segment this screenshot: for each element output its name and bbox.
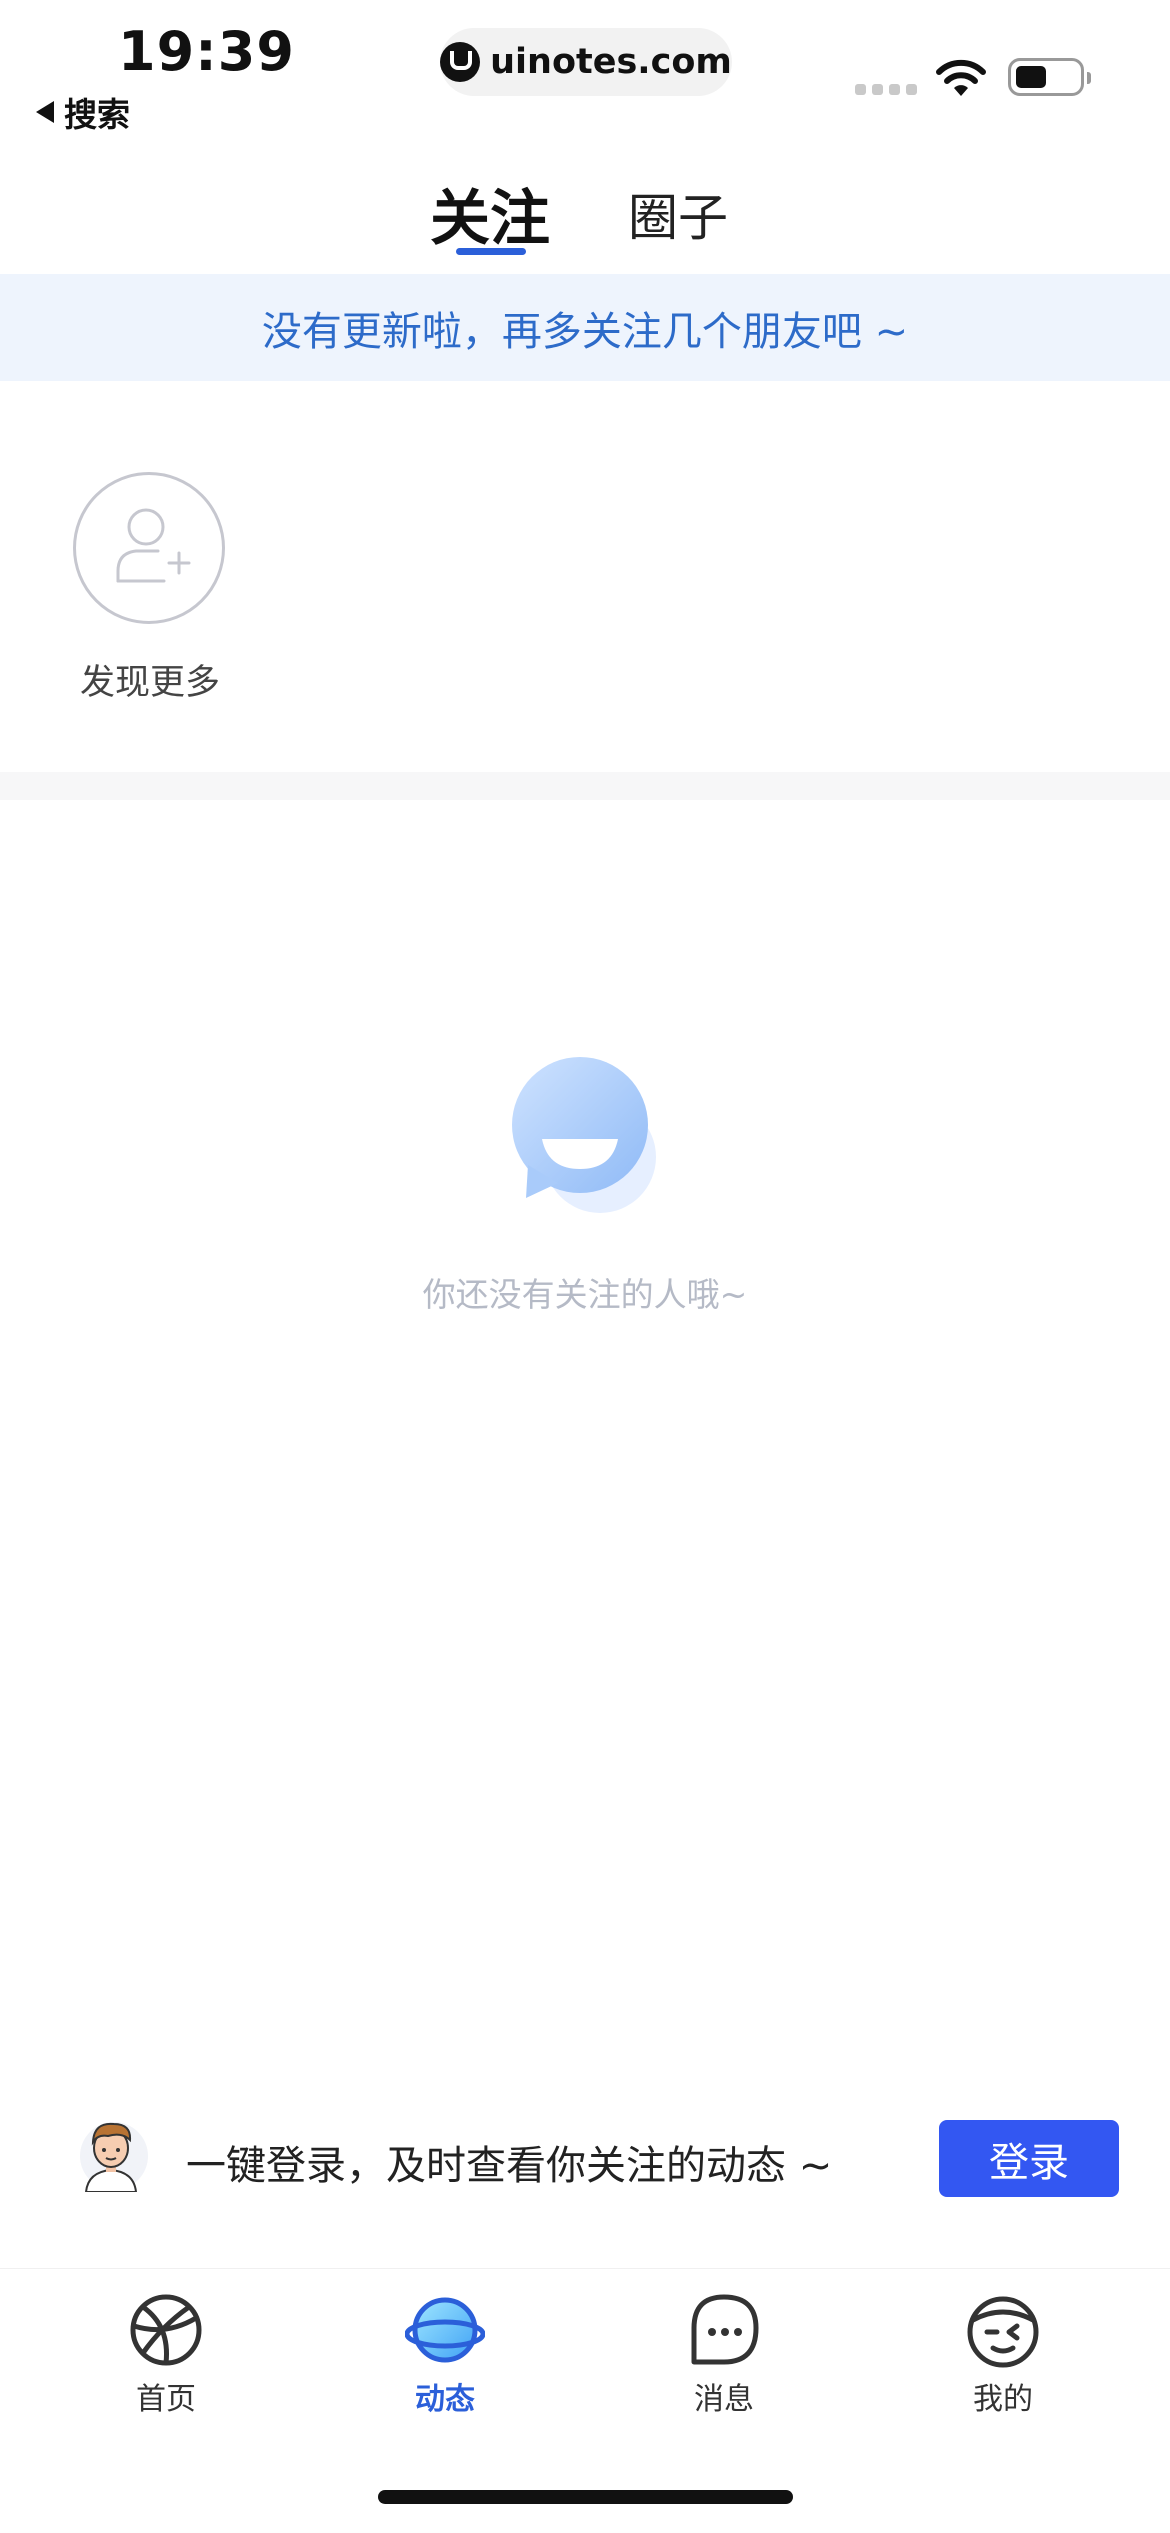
nav-messages-label: 消息 (694, 2382, 754, 2417)
site-logo-icon (440, 42, 481, 82)
nav-profile-label: 我的 (973, 2382, 1033, 2417)
section-divider (0, 772, 1170, 800)
discover-more-button[interactable] (73, 472, 225, 624)
nav-profile[interactable]: 我的 (923, 2290, 1083, 2418)
status-time: 19:39 (118, 20, 295, 83)
cellular-signal-icon (855, 84, 917, 95)
url-text: uinotes.com (490, 42, 732, 82)
basketball-icon (130, 2294, 202, 2366)
tab-circle[interactable]: 圈子 (628, 178, 728, 250)
notice-banner: 没有更新啦，再多关注几个朋友吧 ~ (0, 274, 1170, 381)
smile-chat-icon (512, 1057, 656, 1213)
nav-home-label: 首页 (136, 2382, 196, 2417)
add-user-icon (116, 508, 191, 583)
planet-icon (405, 2297, 485, 2363)
discover-more-label[interactable]: 发现更多 (40, 654, 260, 705)
empty-state-text: 你还没有关注的人哦~ (422, 1275, 748, 1314)
home-indicator (378, 2490, 793, 2504)
login-button[interactable]: 登录 (939, 2120, 1119, 2197)
back-to-search-link[interactable]: 搜索 (36, 88, 130, 136)
chat-bubble-icon (691, 2294, 759, 2365)
wifi-icon (936, 59, 986, 96)
nav-messages[interactable]: 消息 (644, 2290, 804, 2418)
url-bar[interactable]: uinotes.com (440, 28, 732, 96)
nav-feed-label: 动态 (415, 2382, 475, 2417)
nav-feed[interactable]: 动态 (365, 2290, 525, 2418)
active-tab-indicator (456, 248, 526, 255)
user-avatar-icon (80, 2122, 148, 2192)
login-prompt-text: 一键登录，及时查看你关注的动态 ~ (186, 2143, 833, 2189)
tab-follow[interactable]: 关注 (430, 170, 550, 257)
nav-home[interactable]: 首页 (86, 2290, 246, 2418)
back-label: 搜索 (64, 95, 130, 134)
battery-icon (1008, 58, 1091, 96)
face-icon (967, 2296, 1039, 2368)
back-arrow-icon (36, 101, 54, 123)
